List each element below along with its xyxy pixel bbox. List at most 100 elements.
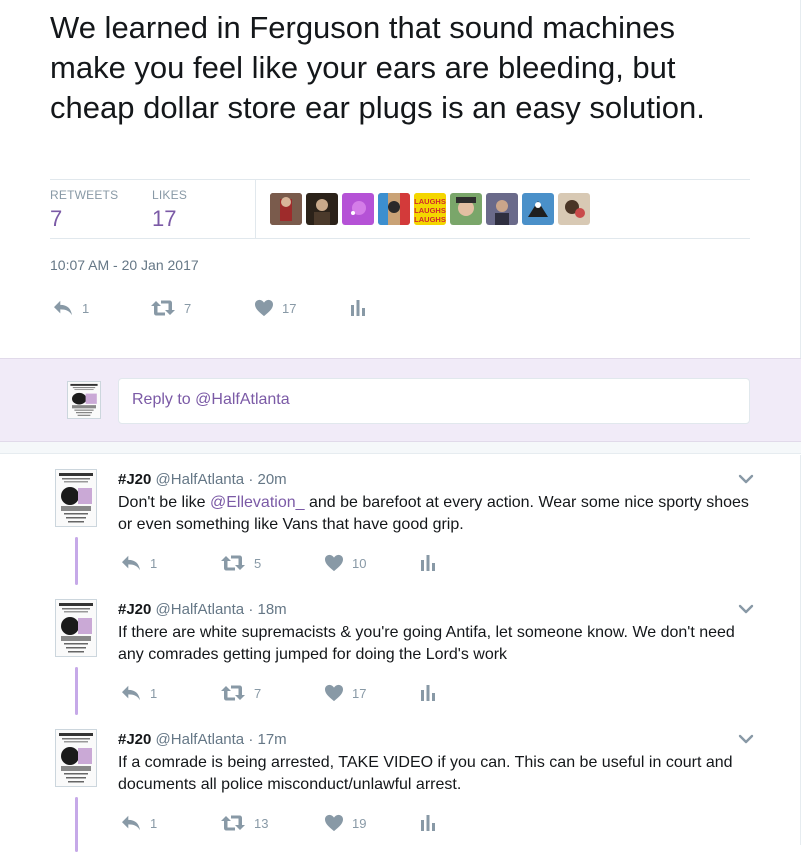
analytics-button[interactable] <box>420 551 436 575</box>
tweet-body: If there are white supremacists & you're… <box>118 624 735 663</box>
author-avatar[interactable] <box>55 469 97 527</box>
author-handle[interactable]: @HalfAtlanta <box>156 731 245 748</box>
reply-icon <box>120 684 142 702</box>
liker-avatar[interactable] <box>450 193 482 225</box>
analytics-button[interactable] <box>420 811 436 835</box>
like-count: 10 <box>352 555 367 571</box>
thread-tweet[interactable]: #J20 @HalfAtlanta · 17m If a comrade is … <box>0 715 801 852</box>
tweet-stats: RETWEETS 7 LIKES 17 LAUGHS LAUGHS LAUGHS <box>50 179 750 239</box>
likes-stat[interactable]: LIKES 17 <box>152 188 187 232</box>
tweet-body: If a comrade is being arrested, TAKE VID… <box>118 754 733 793</box>
user-avatar <box>67 381 101 419</box>
tweet-actions: 1 13 19 <box>120 811 450 835</box>
reply-button[interactable]: 1 <box>52 296 89 320</box>
reply-count: 1 <box>150 685 158 701</box>
liker-avatar[interactable] <box>558 193 590 225</box>
reply-button[interactable]: 1 <box>120 811 157 835</box>
author-handle[interactable]: @HalfAtlanta <box>156 471 245 488</box>
retweet-button[interactable]: 13 <box>220 811 268 835</box>
reply-icon <box>120 814 142 832</box>
analytics-icon <box>420 814 436 832</box>
chevron-down-icon[interactable] <box>738 733 754 745</box>
svg-text:LAUGHS: LAUGHS <box>414 197 446 206</box>
liker-avatar[interactable] <box>306 193 338 225</box>
analytics-icon <box>420 554 436 572</box>
main-tweet: We learned in Ferguson that sound machin… <box>0 0 801 358</box>
retweet-icon <box>220 813 246 833</box>
reply-icon <box>120 554 142 572</box>
reply-button[interactable]: 1 <box>120 681 157 705</box>
tweet-text: We learned in Ferguson that sound machin… <box>50 10 705 125</box>
tweet-time[interactable]: 20m <box>258 471 287 488</box>
tweet-body: Don't be like @Ellevation_ and be barefo… <box>118 492 758 536</box>
author-avatar[interactable] <box>55 729 97 787</box>
liker-avatar[interactable]: LAUGHS LAUGHS LAUGHS <box>414 193 446 225</box>
tweet-header: #J20 @HalfAtlanta · 18m <box>118 601 287 618</box>
like-button[interactable]: 10 <box>324 551 366 575</box>
svg-text:LAUGHS: LAUGHS <box>414 215 446 224</box>
retweet-button[interactable]: 7 <box>150 296 191 320</box>
liker-avatar[interactable] <box>270 193 302 225</box>
reply-composer: Reply to @HalfAtlanta <box>0 358 801 442</box>
heart-icon <box>324 554 344 572</box>
liker-avatar[interactable] <box>342 193 374 225</box>
retweets-label: RETWEETS <box>50 188 119 202</box>
retweet-icon <box>220 553 246 573</box>
retweets-stat[interactable]: RETWEETS 7 <box>50 188 118 232</box>
like-button[interactable]: 17 <box>324 681 366 705</box>
tweet-actions: 1 7 17 <box>120 681 450 705</box>
liker-avatar[interactable] <box>522 193 554 225</box>
thread-connector <box>75 537 78 585</box>
analytics-icon <box>420 684 436 702</box>
retweet-count: 5 <box>254 555 262 571</box>
retweets-count: 7 <box>50 206 63 231</box>
separator-dot: · <box>248 731 254 748</box>
retweet-count: 7 <box>254 685 262 701</box>
heart-icon <box>324 814 344 832</box>
chevron-down-icon[interactable] <box>738 603 754 615</box>
author-name[interactable]: #J20 <box>118 471 151 488</box>
author-avatar[interactable] <box>55 599 97 657</box>
separator-dot: · <box>248 471 254 488</box>
like-button[interactable]: 17 <box>254 296 296 320</box>
reply-button[interactable]: 1 <box>120 551 157 575</box>
thread-tweet[interactable]: #J20 @HalfAtlanta · 20m Don't be like @E… <box>0 455 801 585</box>
tweet-time[interactable]: 17m <box>258 731 287 748</box>
heart-icon <box>324 684 344 702</box>
retweet-button[interactable]: 7 <box>220 681 261 705</box>
analytics-button[interactable] <box>420 681 436 705</box>
tweet-header: #J20 @HalfAtlanta · 20m <box>118 471 287 488</box>
retweet-button[interactable]: 5 <box>220 551 261 575</box>
tweet-actions: 1 5 10 <box>120 551 450 575</box>
retweet-count: 7 <box>184 300 192 316</box>
tweet-text-part: Don't be like <box>118 494 210 511</box>
tweet-timestamp[interactable]: 10:07 AM - 20 Jan 2017 <box>50 257 199 273</box>
thread-tweet[interactable]: #J20 @HalfAtlanta · 18m If there are whi… <box>0 585 801 715</box>
analytics-icon <box>350 299 366 317</box>
main-tweet-actions: 1 7 17 <box>52 296 382 320</box>
author-handle[interactable]: @HalfAtlanta <box>156 601 245 618</box>
like-count: 19 <box>352 815 367 831</box>
like-button[interactable]: 19 <box>324 811 366 835</box>
stats-divider <box>255 180 256 238</box>
thread-connector <box>75 667 78 715</box>
mention-link[interactable]: @Ellevation_ <box>210 494 305 511</box>
reply-count: 1 <box>150 815 158 831</box>
liker-avatar[interactable] <box>378 193 410 225</box>
liker-avatar[interactable] <box>486 193 518 225</box>
analytics-button[interactable] <box>350 296 366 320</box>
separator-dot: · <box>248 601 254 618</box>
likes-label: LIKES <box>152 188 188 202</box>
author-name[interactable]: #J20 <box>118 601 151 618</box>
author-name[interactable]: #J20 <box>118 731 151 748</box>
tweet-header: #J20 @HalfAtlanta · 17m <box>118 731 287 748</box>
tweet-time[interactable]: 18m <box>258 601 287 618</box>
like-count: 17 <box>282 300 297 316</box>
reply-icon <box>52 299 74 317</box>
retweet-icon <box>150 298 176 318</box>
chevron-down-icon[interactable] <box>738 473 754 485</box>
reply-input[interactable]: Reply to @HalfAtlanta <box>118 378 750 424</box>
reply-placeholder-handle: @HalfAtlanta <box>195 391 290 408</box>
retweet-icon <box>220 683 246 703</box>
thread-connector <box>75 797 78 852</box>
